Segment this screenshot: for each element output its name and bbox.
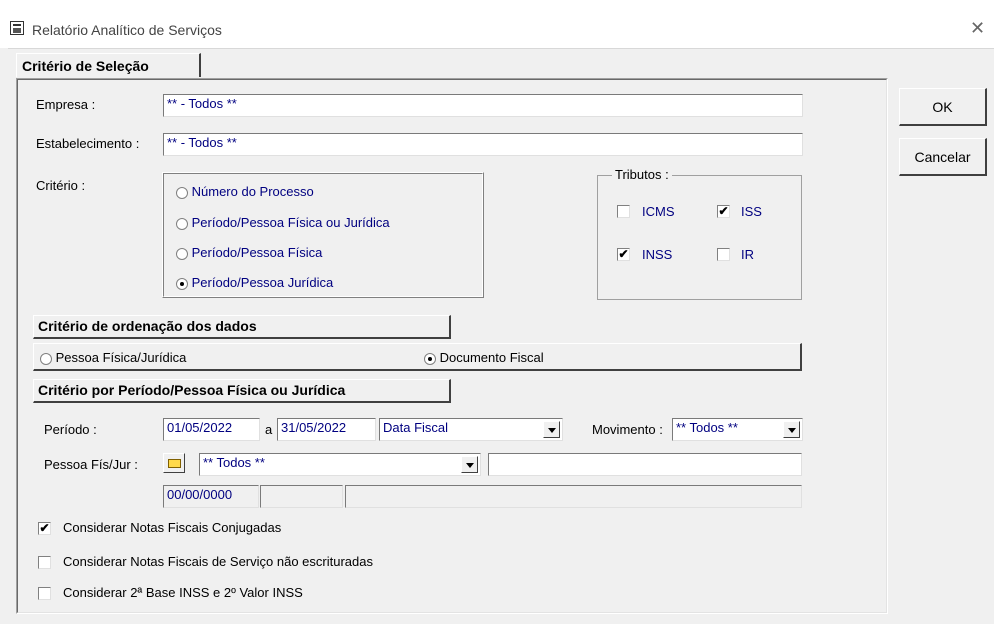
estabelecimento-label: Estabelecimento : (36, 136, 140, 151)
ir-label: IR (741, 247, 754, 262)
a-label: a (265, 422, 273, 437)
radio-ordenacao-pessoa[interactable] (40, 352, 52, 365)
ok-button[interactable]: OK (899, 88, 987, 126)
nao-escrituradas-checkbox[interactable] (38, 556, 51, 569)
criterio-label: Critério : (36, 178, 86, 193)
iss-label: ISS (741, 204, 762, 219)
window-title: Relatório Analítico de Serviços (32, 22, 222, 38)
radio-periodo-fisica[interactable] (176, 247, 188, 260)
ordenacao-option-pessoa[interactable]: Pessoa Física/Jurídica (40, 350, 186, 365)
date-to-field[interactable]: 31/05/2022 (277, 418, 376, 441)
criterio-option-periodo-pessoa[interactable]: Período/Pessoa Física ou Jurídica (176, 215, 390, 230)
date-type-dropdown-icon[interactable] (543, 421, 560, 438)
left-strip (0, 48, 8, 624)
ordenacao-option-documento-label: Documento Fiscal (439, 350, 544, 365)
folder-open-icon[interactable] (163, 453, 185, 473)
movimento-label: Movimento : (592, 422, 663, 437)
tributos-label: Tributos : (612, 167, 672, 182)
radio-ordenacao-documento[interactable] (424, 352, 436, 365)
pessoa-label: Pessoa Fís/Jur : (44, 457, 138, 472)
conjugadas-label: Considerar Notas Fiscais Conjugadas (63, 520, 282, 535)
radio-periodo-juridica[interactable] (176, 277, 188, 290)
criterio-option-periodo-pessoa-label: Período/Pessoa Física ou Jurídica (191, 215, 390, 230)
empresa-label: Empresa : (36, 97, 96, 112)
estabelecimento-field[interactable]: ** - Todos ** (163, 133, 803, 156)
tab-criterio-selecao[interactable]: Critério de Seleção (16, 53, 201, 77)
iss-checkbox[interactable]: ✔ (717, 205, 730, 218)
date-type-value: Data Fiscal (383, 420, 449, 435)
criterio-option-periodo-juridica-label: Período/Pessoa Jurídica (191, 275, 334, 290)
inss-label: INSS (642, 247, 673, 262)
pessoa-dropdown-icon[interactable] (461, 456, 478, 473)
radio-numero[interactable] (176, 186, 188, 199)
criterio-option-numero[interactable]: Número do Processo (176, 184, 314, 199)
icms-checkbox[interactable] (617, 205, 630, 218)
segunda-base-checkbox[interactable] (38, 587, 51, 600)
criterio-option-numero-label: Número do Processo (191, 184, 314, 199)
tributos-groupbox (597, 175, 802, 300)
periodo-label: Período : (44, 422, 97, 437)
segunda-base-label: Considerar 2ª Base INSS e 2º Valor INSS (63, 585, 303, 600)
ordenacao-option-pessoa-label: Pessoa Física/Jurídica (55, 350, 187, 365)
pessoa-name-field[interactable] (488, 453, 802, 476)
cancel-button[interactable]: Cancelar (899, 138, 987, 176)
empresa-field[interactable]: ** - Todos ** (163, 94, 803, 117)
criterio-option-periodo-juridica[interactable]: Período/Pessoa Jurídica (176, 275, 333, 290)
criterio-option-periodo-fisica-label: Período/Pessoa Física (191, 245, 323, 260)
ir-checkbox[interactable] (717, 248, 730, 261)
movimento-value: ** Todos ** (676, 420, 738, 435)
nao-escrituradas-label: Considerar Notas Fiscais de Serviço não … (63, 554, 373, 569)
pessoa-desc-field[interactable] (345, 485, 802, 508)
pessoa-code-field[interactable] (260, 485, 343, 508)
date-from-field[interactable]: 01/05/2022 (163, 418, 260, 441)
ordenacao-section-title: Critério de ordenação dos dados (33, 315, 451, 339)
inss-checkbox[interactable]: ✔ (617, 248, 630, 261)
criterio-option-periodo-fisica[interactable]: Período/Pessoa Física (176, 245, 322, 260)
conjugadas-checkbox[interactable]: ✔ (38, 522, 51, 535)
report-icon (10, 21, 24, 35)
movimento-dropdown-icon[interactable] (783, 421, 800, 438)
date-type-select[interactable]: Data Fiscal (379, 418, 563, 441)
icms-label: ICMS (642, 204, 675, 219)
folder-shape (168, 459, 181, 468)
pessoa-select[interactable]: ** Todos ** (199, 453, 481, 476)
pessoa-date-field[interactable]: 00/00/0000 (163, 485, 259, 508)
radio-periodo-pessoa[interactable] (176, 217, 188, 230)
ordenacao-option-documento[interactable]: Documento Fiscal (424, 350, 544, 365)
pessoa-value: ** Todos ** (203, 455, 265, 470)
periodo-section-title: Critério por Período/Pessoa Física ou Ju… (33, 379, 451, 403)
close-icon[interactable]: ✕ (970, 18, 985, 39)
